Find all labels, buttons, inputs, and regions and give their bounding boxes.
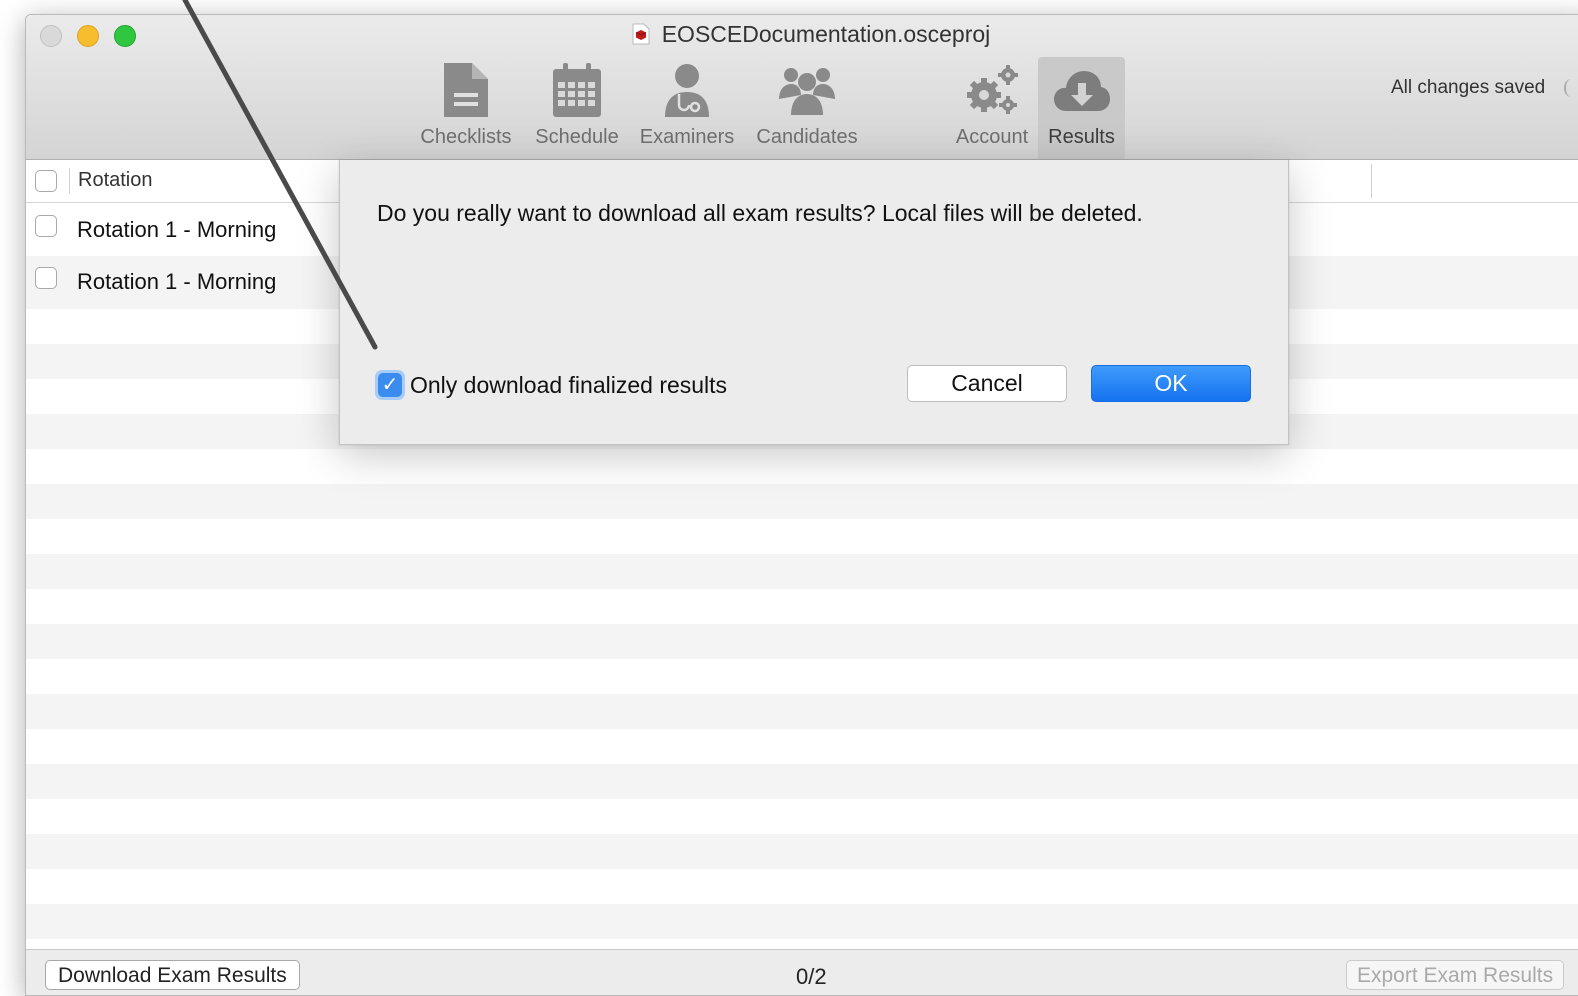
toolbar-label: Candidates (756, 126, 858, 148)
select-all-checkbox[interactable] (35, 170, 57, 192)
gears-icon (967, 65, 1018, 114)
window-title: EOSCEDocumentation.osceproj (661, 21, 991, 47)
cancel-button[interactable]: Cancel (907, 365, 1067, 402)
empty-row (26, 834, 1578, 869)
empty-row (26, 519, 1578, 554)
save-status: All changes saved (1391, 77, 1546, 98)
toolbar-schedule[interactable]: Schedule (529, 57, 625, 159)
toolbar-examiners[interactable]: Examiners (635, 57, 739, 159)
empty-row (26, 729, 1578, 764)
empty-row (26, 659, 1578, 694)
empty-row (26, 554, 1578, 589)
doctor-icon (665, 64, 709, 117)
document-icon (444, 63, 488, 117)
status-indicator-icon (1564, 79, 1578, 97)
checkmark-icon: ✓ (378, 373, 402, 397)
toolbar-candidates[interactable]: Candidates (749, 57, 865, 159)
empty-row (26, 589, 1578, 624)
row-label: Rotation 1 - Morning (77, 269, 277, 294)
title-bar: EOSCEDocumentation.osceproj Checklists S… (26, 15, 1578, 160)
column-separator (69, 168, 70, 194)
group-icon (779, 68, 835, 115)
export-exam-results-button[interactable]: Export Exam Results (1346, 960, 1565, 990)
empty-row (26, 764, 1578, 799)
finalized-only-label[interactable]: Only download finalized results (410, 372, 727, 399)
empty-row (26, 449, 1578, 484)
download-confirmation-dialog: Do you really want to download all exam … (339, 160, 1289, 445)
row-label: Rotation 1 - Morning (77, 217, 277, 242)
toolbar-account[interactable]: Account (947, 57, 1037, 159)
download-exam-results-button[interactable]: Download Exam Results (45, 960, 300, 990)
toolbar-results[interactable]: Results (1038, 57, 1125, 159)
project-file-icon (632, 23, 650, 45)
empty-row (26, 799, 1578, 834)
empty-row (26, 904, 1578, 939)
ok-button[interactable]: OK (1091, 365, 1251, 402)
toolbar-checklists[interactable]: Checklists (414, 57, 518, 159)
column-separator (1371, 164, 1372, 198)
selection-counter: 0/2 (796, 964, 827, 989)
toolbar-label: Schedule (535, 126, 619, 148)
empty-row (26, 624, 1578, 659)
bottom-bar: Download Exam Results 0/2 Export Exam Re… (26, 949, 1578, 995)
empty-row (26, 869, 1578, 904)
cloud-download-icon (1053, 71, 1110, 111)
row-checkbox[interactable] (35, 215, 57, 237)
toolbar-label: Account (955, 126, 1029, 148)
window-title-container: EOSCEDocumentation.osceproj (26, 21, 1578, 48)
column-header-rotation[interactable]: Rotation (78, 169, 153, 192)
calendar-icon (553, 63, 601, 117)
toolbar-label: Checklists (420, 126, 512, 148)
toolbar-label: Results (1048, 126, 1115, 148)
dialog-message: Do you really want to download all exam … (377, 200, 1143, 226)
empty-row (26, 484, 1578, 519)
toolbar-label: Examiners (639, 126, 735, 148)
row-checkbox[interactable] (35, 267, 57, 289)
finalized-only-checkbox[interactable]: ✓ (375, 370, 405, 400)
empty-row (26, 694, 1578, 729)
